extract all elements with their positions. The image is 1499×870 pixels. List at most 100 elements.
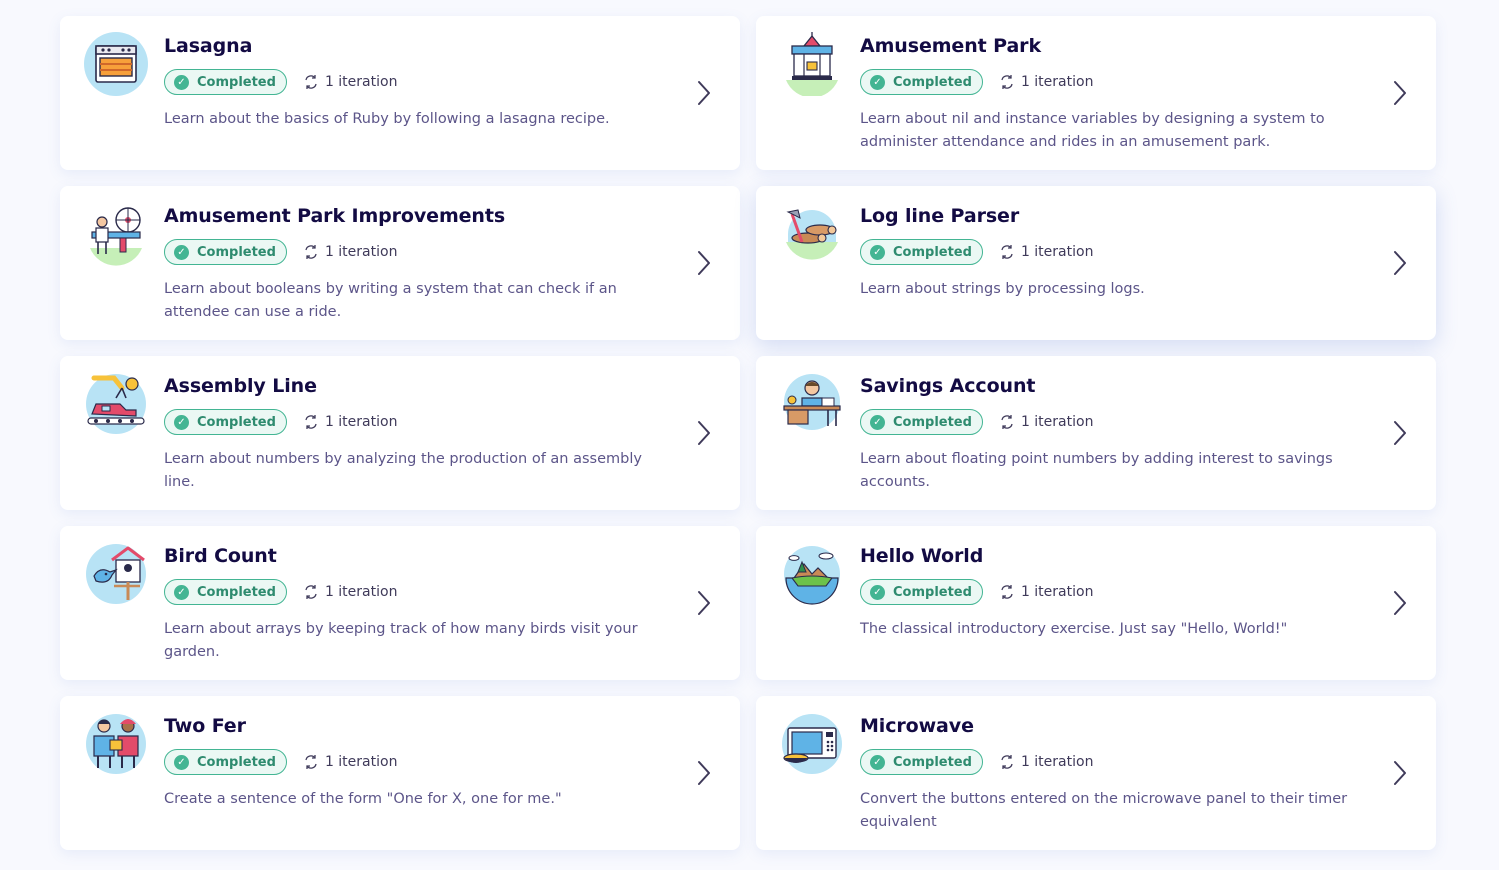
chevron-right-icon[interactable]	[1392, 590, 1408, 616]
iterations-icon	[1001, 415, 1013, 429]
status-badge: ✓ Completed	[860, 239, 983, 265]
status-label: Completed	[197, 584, 276, 600]
iterations-icon	[305, 75, 317, 89]
exercise-meta: ✓ Completed 1 iteration	[164, 748, 670, 776]
status-label: Completed	[197, 414, 276, 430]
exercise-description: Learn about the basics of Ruby by follow…	[164, 111, 610, 127]
iterations-icon	[1001, 755, 1013, 769]
exercise-description: Create a sentence of the form "One for X…	[164, 791, 562, 807]
iteration-count: 1 iteration	[999, 414, 1094, 430]
iterations-icon	[1001, 75, 1013, 89]
iteration-count: 1 iteration	[303, 244, 398, 260]
exercise-title: Amusement Park Improvements	[164, 205, 506, 227]
exercise-card-savings-account[interactable]: Savings Account ✓ Completed 1 iteration …	[756, 356, 1436, 510]
status-badge: ✓ Completed	[164, 579, 287, 605]
iterations-icon	[305, 755, 317, 769]
iteration-label: 1 iteration	[324, 244, 398, 260]
exercise-description: Learn about booleans by writing a system…	[164, 281, 617, 320]
exercise-description: Convert the buttons entered on the micro…	[860, 791, 1348, 830]
exercise-description: Learn about nil and instance variables b…	[860, 111, 1325, 150]
exercise-card-bird-count[interactable]: Bird Count ✓ Completed 1 iteration Learn…	[60, 526, 740, 680]
status-label: Completed	[893, 74, 972, 90]
chevron-right-icon[interactable]	[696, 760, 712, 786]
exercise-title: Hello World	[860, 545, 984, 567]
savings-account-icon	[780, 372, 844, 436]
iteration-count: 1 iteration	[303, 584, 398, 600]
check-icon: ✓	[870, 584, 885, 600]
exercise-title: Assembly Line	[164, 375, 317, 397]
check-icon: ✓	[870, 74, 885, 90]
assembly-line-icon	[84, 372, 148, 436]
check-icon: ✓	[870, 244, 885, 260]
check-icon: ✓	[174, 754, 189, 770]
status-badge: ✓ Completed	[164, 749, 287, 775]
iteration-count: 1 iteration	[999, 754, 1094, 770]
iteration-count: 1 iteration	[999, 584, 1094, 600]
exercise-card-assembly-line[interactable]: Assembly Line ✓ Completed 1 iteration Le…	[60, 356, 740, 510]
iteration-label: 1 iteration	[1020, 584, 1094, 600]
iteration-label: 1 iteration	[324, 584, 398, 600]
exercise-meta: ✓ Completed 1 iteration	[164, 578, 670, 606]
exercise-title: Microwave	[860, 715, 974, 737]
chevron-right-icon[interactable]	[696, 420, 712, 446]
iteration-label: 1 iteration	[1020, 754, 1094, 770]
status-label: Completed	[893, 244, 972, 260]
exercise-card-amusement-park-improvements[interactable]: Amusement Park Improvements ✓ Completed …	[60, 186, 740, 340]
iteration-count: 1 iteration	[999, 74, 1094, 90]
hello-world-globe-icon	[780, 542, 844, 606]
exercise-meta: ✓ Completed 1 iteration	[164, 238, 670, 266]
iterations-icon	[1001, 585, 1013, 599]
chevron-right-icon[interactable]	[696, 250, 712, 276]
iteration-label: 1 iteration	[1020, 74, 1094, 90]
exercise-title: Two Fer	[164, 715, 246, 737]
iteration-label: 1 iteration	[1020, 414, 1094, 430]
check-icon: ✓	[870, 414, 885, 430]
lasagna-oven-icon	[84, 32, 148, 96]
chevron-right-icon[interactable]	[1392, 760, 1408, 786]
exercise-meta: ✓ Completed 1 iteration	[860, 578, 1366, 606]
iteration-label: 1 iteration	[324, 754, 398, 770]
exercise-meta: ✓ Completed 1 iteration	[164, 408, 670, 436]
iterations-icon	[305, 585, 317, 599]
iteration-count: 1 iteration	[303, 74, 397, 90]
microwave-icon	[780, 712, 844, 776]
status-badge: ✓ Completed	[860, 69, 983, 95]
exercise-card-log-line-parser[interactable]: Log line Parser ✓ Completed 1 iteration …	[756, 186, 1436, 340]
iteration-label: 1 iteration	[1020, 244, 1094, 260]
chevron-right-icon[interactable]	[696, 80, 712, 106]
status-badge: ✓ Completed	[164, 69, 287, 95]
chevron-right-icon[interactable]	[1392, 420, 1408, 446]
exercise-card-microwave[interactable]: Microwave ✓ Completed 1 iteration Conver…	[756, 696, 1436, 850]
status-badge: ✓ Completed	[860, 579, 983, 605]
two-fer-icon	[84, 712, 148, 776]
exercise-description: Learn about floating point numbers by ad…	[860, 451, 1333, 490]
exercise-card-hello-world[interactable]: Hello World ✓ Completed 1 iteration The …	[756, 526, 1436, 680]
amusement-park-improvements-icon	[84, 202, 148, 266]
exercise-title: Savings Account	[860, 375, 1036, 397]
exercise-meta: ✓ Completed 1 iteration	[860, 68, 1366, 96]
iteration-count: 1 iteration	[303, 414, 398, 430]
exercise-meta: ✓ Completed 1 iteration	[860, 748, 1366, 776]
check-icon: ✓	[174, 74, 189, 90]
chevron-right-icon[interactable]	[696, 590, 712, 616]
exercise-title: Log line Parser	[860, 205, 1020, 227]
chevron-right-icon[interactable]	[1392, 250, 1408, 276]
exercise-card-amusement-park[interactable]: Amusement Park ✓ Completed 1 iteration L…	[756, 16, 1436, 170]
iteration-count: 1 iteration	[999, 244, 1094, 260]
chevron-right-icon[interactable]	[1392, 80, 1408, 106]
status-label: Completed	[893, 414, 972, 430]
exercise-grid: Lasagna ✓ Completed 1 iteration Learn ab…	[60, 16, 1436, 850]
exercise-meta: ✓ Completed 1 iteration	[164, 68, 670, 96]
log-line-parser-icon	[780, 202, 844, 266]
iteration-label: 1 iteration	[324, 414, 398, 430]
amusement-park-icon	[780, 32, 844, 96]
exercise-card-lasagna[interactable]: Lasagna ✓ Completed 1 iteration Learn ab…	[60, 16, 740, 170]
exercise-meta: ✓ Completed 1 iteration	[860, 408, 1366, 436]
exercise-card-two-fer[interactable]: Two Fer ✓ Completed 1 iteration Create a…	[60, 696, 740, 850]
status-badge: ✓ Completed	[164, 239, 287, 265]
exercise-description: Learn about numbers by analyzing the pro…	[164, 451, 642, 490]
bird-count-icon	[84, 542, 148, 606]
iterations-icon	[305, 245, 317, 259]
exercise-title: Amusement Park	[860, 35, 1041, 57]
status-label: Completed	[197, 754, 276, 770]
